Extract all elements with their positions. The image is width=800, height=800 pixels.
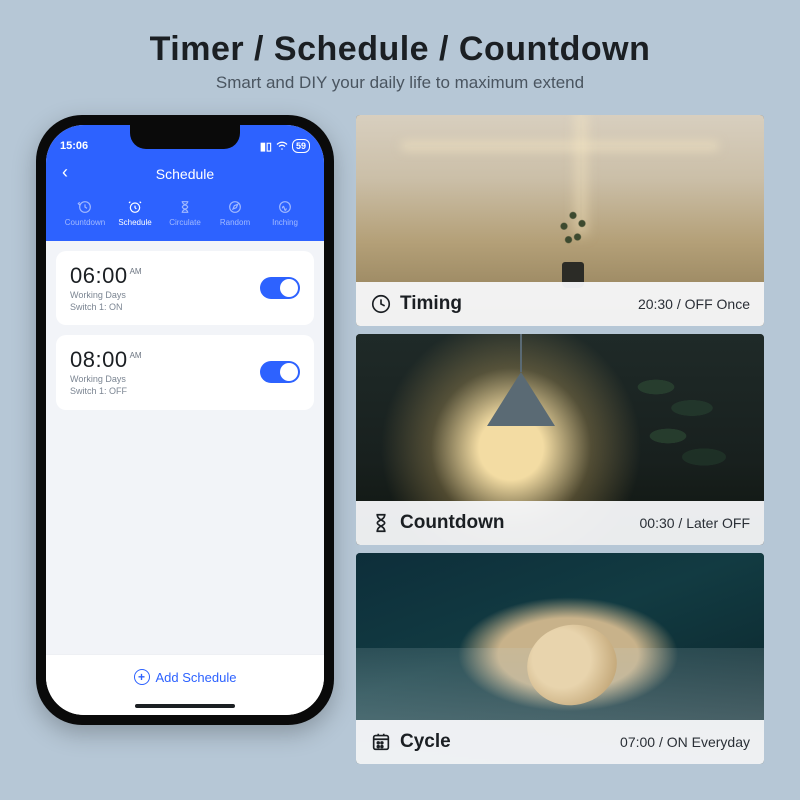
panel-label-bar: Countdown 00:30 / Later OFF — [356, 501, 764, 545]
schedule-card[interactable]: 08:00 AM Working Days Switch 1: OFF — [56, 335, 314, 409]
plus-icon: + — [134, 669, 150, 685]
panel-label-bar: Timing 20:30 / OFF Once — [356, 282, 764, 326]
panel-title: Cycle — [400, 731, 451, 753]
tab-label: Random — [220, 218, 250, 227]
tab-inching[interactable]: Inching — [260, 199, 310, 231]
schedule-ampm: AM — [130, 267, 142, 276]
schedule-days: Working Days — [70, 373, 142, 385]
schedule-card[interactable]: 06:00 AM Working Days Switch 1: ON — [56, 251, 314, 325]
schedule-time: 08:00 — [70, 347, 128, 373]
schedule-days: Working Days — [70, 289, 142, 301]
schedule-action: Switch 1: ON — [70, 301, 142, 313]
panel-timing: Timing 20:30 / OFF Once — [356, 115, 764, 326]
panel-label-bar: Cycle 07:00 / ON Everyday — [356, 720, 764, 764]
compass-icon — [227, 199, 243, 215]
schedule-toggle[interactable] — [260, 361, 300, 383]
tab-label: Circulate — [169, 218, 201, 227]
tab-circulate[interactable]: Circulate — [160, 199, 210, 231]
tab-random[interactable]: Random — [210, 199, 260, 231]
panel-title: Timing — [400, 293, 462, 315]
content-row: 15:06 ▮▯ 59 ‹ Schedule Countdown — [36, 115, 764, 764]
schedule-toggle[interactable] — [260, 277, 300, 299]
phone-screen: 15:06 ▮▯ 59 ‹ Schedule Countdown — [46, 125, 324, 715]
clock-icon — [370, 293, 392, 315]
panel-countdown: Countdown 00:30 / Later OFF — [356, 334, 764, 545]
calendar-icon — [370, 731, 392, 753]
schedule-time: 06:00 — [70, 263, 128, 289]
add-schedule-button[interactable]: + Add Schedule — [46, 654, 324, 697]
schedule-ampm: AM — [130, 351, 142, 360]
schedule-action: Switch 1: OFF — [70, 385, 142, 397]
page-title: Timer / Schedule / Countdown — [36, 30, 764, 69]
add-schedule-label: Add Schedule — [156, 670, 237, 685]
wifi-icon — [276, 141, 288, 151]
screen-title: Schedule — [156, 166, 214, 182]
feature-panels: Timing 20:30 / OFF Once Countdown 00:30 … — [356, 115, 764, 764]
phone-notch — [130, 125, 240, 149]
page-subtitle: Smart and DIY your daily life to maximum… — [36, 73, 764, 93]
hourglass-icon — [177, 199, 193, 215]
mode-tabs: Countdown Schedule Circulate Random — [60, 199, 310, 231]
title-bar: ‹ Schedule — [60, 159, 310, 189]
battery-badge: 59 — [292, 139, 310, 153]
panel-title: Countdown — [400, 512, 504, 534]
panel-value: 20:30 / OFF Once — [638, 296, 750, 312]
status-time: 15:06 — [60, 140, 88, 152]
phone-frame: 15:06 ▮▯ 59 ‹ Schedule Countdown — [36, 115, 334, 725]
clock-back-icon — [77, 199, 93, 215]
tab-label: Schedule — [118, 218, 151, 227]
status-icons: ▮▯ 59 — [260, 139, 310, 153]
pulse-icon — [277, 199, 293, 215]
alarm-icon — [127, 199, 143, 215]
tab-label: Inching — [272, 218, 298, 227]
panel-value: 07:00 / ON Everyday — [620, 734, 750, 750]
tab-schedule[interactable]: Schedule — [110, 199, 160, 231]
app-body: 06:00 AM Working Days Switch 1: ON 08:00… — [46, 241, 324, 654]
hourglass-icon — [370, 512, 392, 534]
tab-label: Countdown — [65, 218, 105, 227]
panel-cycle: Cycle 07:00 / ON Everyday — [356, 553, 764, 764]
signal-icon: ▮▯ — [260, 140, 272, 153]
home-indicator — [46, 697, 324, 715]
tab-countdown[interactable]: Countdown — [60, 199, 110, 231]
back-button[interactable]: ‹ — [62, 163, 68, 181]
panel-value: 00:30 / Later OFF — [640, 515, 751, 531]
